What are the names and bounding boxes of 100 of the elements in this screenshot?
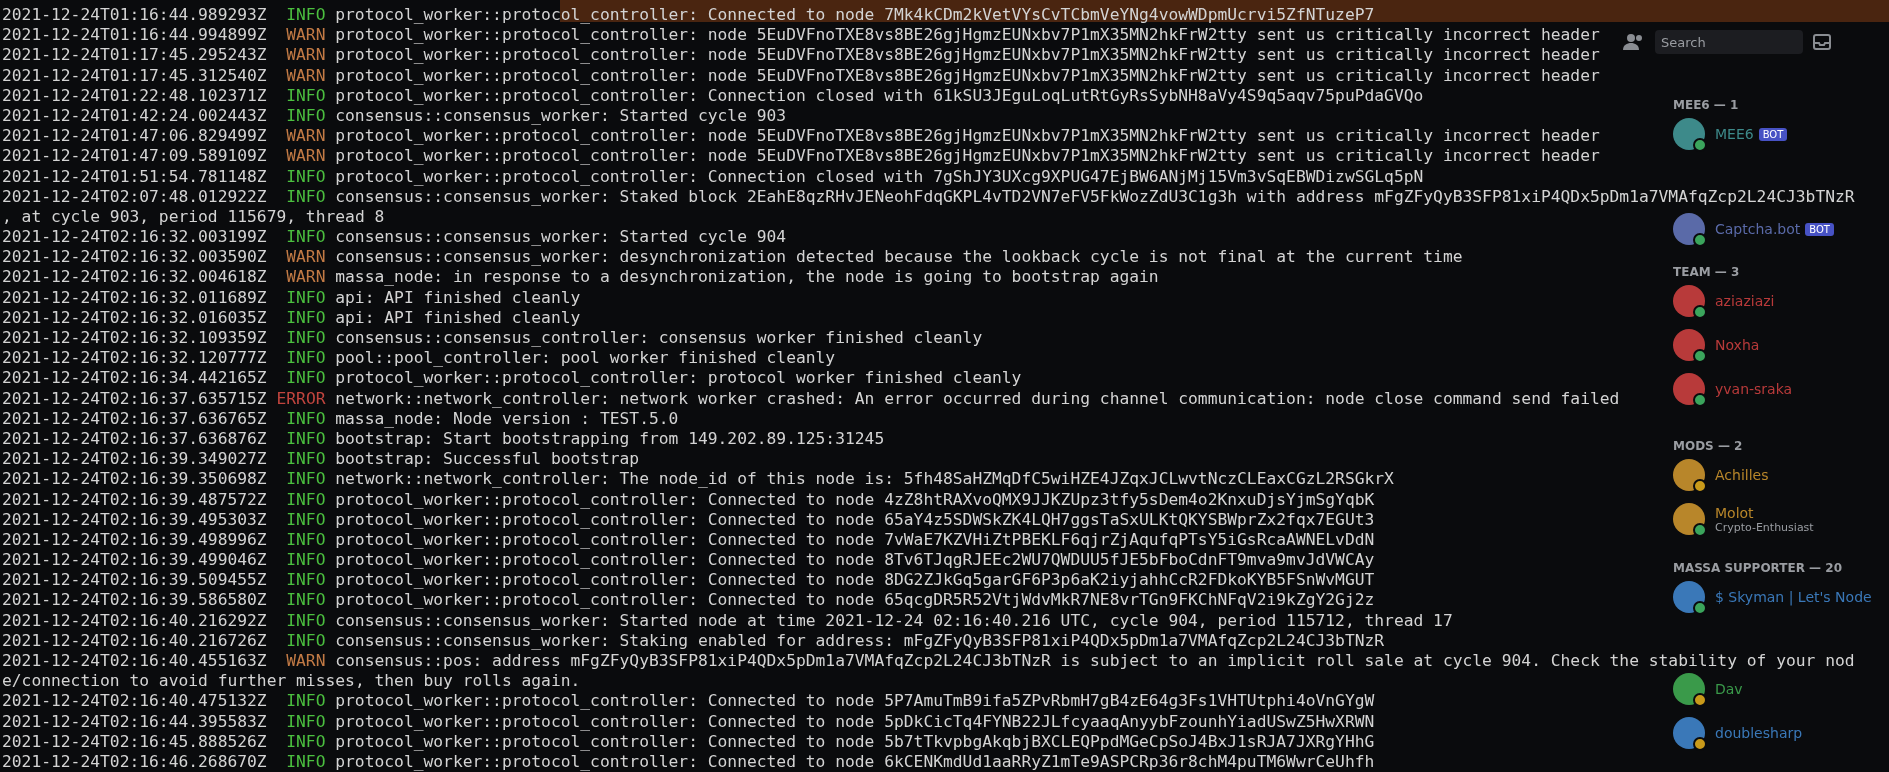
log-timestamp: 2021-12-24T01:47:06.829499Z bbox=[2, 126, 267, 146]
log-message: massa_node: Node version : TEST.5.0 bbox=[335, 408, 679, 428]
log-level: INFO bbox=[285, 731, 326, 752]
member-name: doublesharp bbox=[1715, 725, 1803, 741]
log-timestamp: 2021-12-24T02:16:39.350698Z bbox=[2, 469, 267, 489]
log-timestamp: 2021-12-24T02:16:32.011689Z bbox=[2, 287, 267, 307]
log-message: consensus::consensus_worker: Staking enabled for address: mFgZFyQyB3SFP81xiP4QDx5pDm1a7VMAfqZcp2L24CJ3bTNzR bbox=[335, 630, 1385, 650]
log-message: protocol_worker::protocol_controller: node 5EuDVFnoTXE8vs8BE26gjHgmzEUNxbv7P1mX35MN2hkFrW2tty sent us critically incorrect header bbox=[335, 126, 1600, 146]
log-timestamp: 2021-12-24T01:17:45.295243Z bbox=[2, 45, 267, 65]
member-name: Molot bbox=[1715, 504, 1754, 521]
log-level: WARN bbox=[285, 267, 326, 288]
log-level: WARN bbox=[285, 651, 326, 672]
log-message: protocol_worker::protocol_controller: node 5EuDVFnoTXE8vs8BE26gjHgmzEUNxbv7P1mX35MN2hkFrW2tty sent us critically incorrect header bbox=[335, 25, 1600, 45]
member-item[interactable]: yvan-sraka bbox=[1663, 369, 1889, 409]
log-level: INFO bbox=[285, 348, 326, 369]
log-message: protocol_worker::protocol_controller: Connection closed with 61kSU3JEguLoqLutRtGyRsSybNH8aVy4S9q5aqv75puPdaGVQo bbox=[335, 85, 1424, 105]
log-message: network::network_controller: The node_id of this node is: 5fh48SaHZMqDfC5wiHZE4JZqxJCLwvtNczCLEaxCGzL2RSGkrX bbox=[335, 469, 1394, 489]
log-level: INFO bbox=[285, 105, 326, 127]
member-name: Dav bbox=[1715, 681, 1743, 697]
search-field[interactable]: Search bbox=[1655, 30, 1803, 54]
log-level: INFO bbox=[285, 328, 326, 349]
log-timestamp: 2021-12-24T01:22:48.102371Z bbox=[2, 85, 267, 105]
log-message: protocol_worker::protocol_controller: Connected to node 5P7AmuTmB9ifa5ZPvRbmH7gB4zE64g3Fs1VHTUtphi4oVnGYgW bbox=[335, 691, 1375, 711]
log-message: api: API finished cleanly bbox=[335, 287, 581, 307]
member-item[interactable]: $ Skyman | Let's Node bbox=[1663, 577, 1889, 617]
inbox-icon[interactable] bbox=[1813, 34, 1831, 50]
log-timestamp: 2021-12-24T02:16:46.268670Z bbox=[2, 751, 267, 771]
group-heading: MASSA SUPPORTER — 20 bbox=[1673, 561, 1843, 575]
log-level: INFO bbox=[285, 751, 326, 772]
log-message: protocol_worker::protocol_controller: Connected to node 4zZ8htRAXvoQMX9JJKZUpz3tfy5sDem4o2KnxuDjsYjmSgYqbK bbox=[335, 489, 1375, 509]
log-timestamp: 2021-12-24T02:16:32.109359Z bbox=[2, 328, 267, 347]
log-timestamp: 2021-12-24T01:42:24.002443Z bbox=[2, 105, 267, 125]
log-message: , at cycle 903, period 115679, thread 8 bbox=[2, 206, 385, 226]
log-level: INFO bbox=[285, 85, 326, 106]
log-message: consensus::consensus_worker: Staked block 2EahE8qzRHvJENeohFdqGKPL4vTD2VN7eFV5FkWozZdU3C1g3h with address mFgZFyQyB3SFP81xiP4QDx5pDm1a7VMAfqZcp2L24CJ3bTNzR bbox=[335, 186, 1855, 206]
log-level: WARN bbox=[285, 146, 326, 167]
log-timestamp: 2021-12-24T02:16:39.487572Z bbox=[2, 489, 267, 509]
log-timestamp: 2021-12-24T02:16:39.495303Z bbox=[2, 509, 267, 529]
log-message: protocol_worker::protocol_controller: Connected to node 7Mk4kCDm2kVetVYsCvTCbmVeYNg4vowWDpmUcrvi5ZfNTuzeP7 bbox=[335, 5, 1375, 24]
log-message: consensus::consensus_worker: desynchronization detected because the lookback cycle is not final at the current time bbox=[335, 247, 1463, 267]
log-message: consensus::consensus_worker: Started cycle 904 bbox=[335, 227, 787, 247]
log-message: protocol_worker::protocol_controller: Connected to node 65aY4z5SDWSkZK4LQH7ggsTaSxULKtQKYSBWprZx2fqx7EGUt3 bbox=[335, 509, 1375, 529]
log-level: INFO bbox=[285, 610, 326, 631]
log-message: protocol_worker::protocol_controller: Connected to node 8Tv6TJqgRJEEc2WU7QWDUU5fJE5bFboCdnFT9mva9mvJdVWCAy bbox=[335, 550, 1375, 570]
log-message: protocol_worker::protocol_controller: node 5EuDVFnoTXE8vs8BE26gjHgmzEUNxbv7P1mX35MN2hkFrW2tty sent us critically incorrect header bbox=[335, 45, 1600, 65]
member-item[interactable]: Captcha.bot BOT bbox=[1663, 209, 1889, 249]
log-timestamp: 2021-12-24T02:16:40.455163Z bbox=[2, 651, 267, 670]
log-level: INFO bbox=[285, 691, 326, 712]
log-message: network::network_controller: network worker crashed: An error occurred during channel communication: node close command send failed bbox=[335, 388, 1620, 408]
member-name: MEE6 bbox=[1715, 126, 1754, 142]
log-level: INFO bbox=[285, 227, 326, 248]
member-name: $ Skyman | Let's Node bbox=[1715, 589, 1872, 605]
log-timestamp: 2021-12-24T01:47:09.589109Z bbox=[2, 146, 267, 166]
log-level: INFO bbox=[285, 489, 326, 510]
bot-tag: BOT bbox=[1758, 127, 1788, 141]
log-message: consensus::consensus_worker: Started node at time 2021-12-24 02:16:40.216 UTC, cycle 904, period 115712, thread 17 bbox=[335, 610, 1453, 630]
log-level: INFO bbox=[285, 166, 326, 187]
member-status-text: Crypto-Enthusiast bbox=[1715, 520, 1814, 534]
log-level: INFO bbox=[285, 5, 326, 26]
log-level: INFO bbox=[285, 368, 326, 389]
log-message: protocol_worker::protocol_controller: Connected to node 6kCENKmdUd1aaRRyZ1mTe9ASPCRp36r8chM4puTM6WwrCeUhfh bbox=[335, 751, 1375, 771]
log-message: bootstrap: Start bootstrapping from 149.202.89.125:31245 bbox=[335, 428, 885, 448]
group-heading: MODS — 2 bbox=[1673, 439, 1744, 453]
log-timestamp: 2021-12-24T02:16:37.636765Z bbox=[2, 408, 267, 428]
log-level: ERROR bbox=[276, 388, 326, 409]
log-message: protocol_worker::protocol_controller: Connected to node 65qcgDR5R52VtjWdvMkR7NE8vrTGn9FKChNFqV2i9kZgY2Gj2z bbox=[335, 590, 1375, 610]
member-item[interactable]: Noxha bbox=[1663, 325, 1889, 365]
log-timestamp: 2021-12-24T02:16:44.395583Z bbox=[2, 711, 267, 731]
member-item[interactable]: MEE6 BOT bbox=[1663, 114, 1889, 154]
log-level: INFO bbox=[285, 469, 326, 490]
member-item[interactable]: Achilles bbox=[1663, 455, 1889, 495]
log-message: protocol_worker::protocol_controller: node 5EuDVFnoTXE8vs8BE26gjHgmzEUNxbv7P1mX35MN2hkFrW2tty sent us critically incorrect header bbox=[335, 146, 1600, 166]
member-item[interactable]: doublesharp bbox=[1663, 713, 1889, 753]
log-timestamp: 2021-12-24T02:07:48.012922Z bbox=[2, 186, 267, 206]
log-timestamp: 2021-12-24T02:16:40.216292Z bbox=[2, 610, 267, 630]
member-item[interactable]: Molot Crypto-Enthusiast bbox=[1663, 499, 1889, 539]
log-message: e/connection to avoid further misses, then buy rolls again. bbox=[2, 671, 581, 691]
log-timestamp: 2021-12-24T02:16:39.509455Z bbox=[2, 570, 267, 590]
log-timestamp: 2021-12-24T02:16:37.635715Z bbox=[2, 388, 267, 408]
log-message: protocol_worker::protocol_controller: Connected to node 8DG2ZJkGq5garGF6P3p6aK2iyjahhCcR2FDkoKYB5FSnWvMGUT bbox=[335, 570, 1375, 590]
log-message: protocol_worker::protocol_controller: Connected to node 7vWaE7KZVHiZtPBEKLF6qjrZjAqufqPTsY5iGsRcaAWNELvDdN bbox=[335, 529, 1375, 549]
log-message: consensus::pos: address mFgZFyQyB3SFP81xiP4QDx5pDm1a7VMAfqZcp2L24CJ3bTNzR is subject to an implicit roll sale at cycle 904. Check the stability of your nod bbox=[335, 651, 1855, 670]
log-level: INFO bbox=[285, 711, 326, 732]
log-timestamp: 2021-12-24T02:16:32.120777Z bbox=[2, 348, 267, 368]
log-message: protocol_worker::protocol_controller: node 5EuDVFnoTXE8vs8BE26gjHgmzEUNxbv7P1mX35MN2hkFrW2tty sent us critically incorrect header bbox=[335, 65, 1600, 85]
log-timestamp: 2021-12-24T02:16:32.003199Z bbox=[2, 227, 267, 247]
log-level: INFO bbox=[285, 509, 326, 530]
member-item[interactable]: aziaziazi bbox=[1663, 281, 1889, 321]
log-timestamp: 2021-12-24T02:16:39.586580Z bbox=[2, 590, 267, 610]
member-item[interactable]: Dav bbox=[1663, 669, 1889, 709]
log-timestamp: 2021-12-24T01:51:54.781148Z bbox=[2, 166, 267, 186]
log-message: protocol_worker::protocol_controller: Connection closed with 7gShJY3UXcg9XPUG47EjBW6ANjMj15Vm3vSqEBWDizwSGLq5pN bbox=[335, 166, 1424, 186]
log-timestamp: 2021-12-24T02:16:32.016035Z bbox=[2, 307, 267, 327]
log-timestamp: 2021-12-24T02:16:37.636876Z bbox=[2, 428, 267, 448]
member-name: Achilles bbox=[1715, 467, 1769, 483]
log-level: WARN bbox=[285, 25, 326, 46]
log-timestamp: 2021-12-24T02:16:39.499046Z bbox=[2, 550, 267, 570]
members-icon[interactable] bbox=[1623, 33, 1645, 51]
log-message: protocol_worker::protocol_controller: Connected to node 5b7tTkvpbgAkqbjBXCLEQPpdMGeCpSoJ4BxJ1sRJA7JXRgYHhG bbox=[335, 731, 1375, 751]
log-message: consensus::consensus_worker: Started cycle 903 bbox=[335, 105, 787, 125]
